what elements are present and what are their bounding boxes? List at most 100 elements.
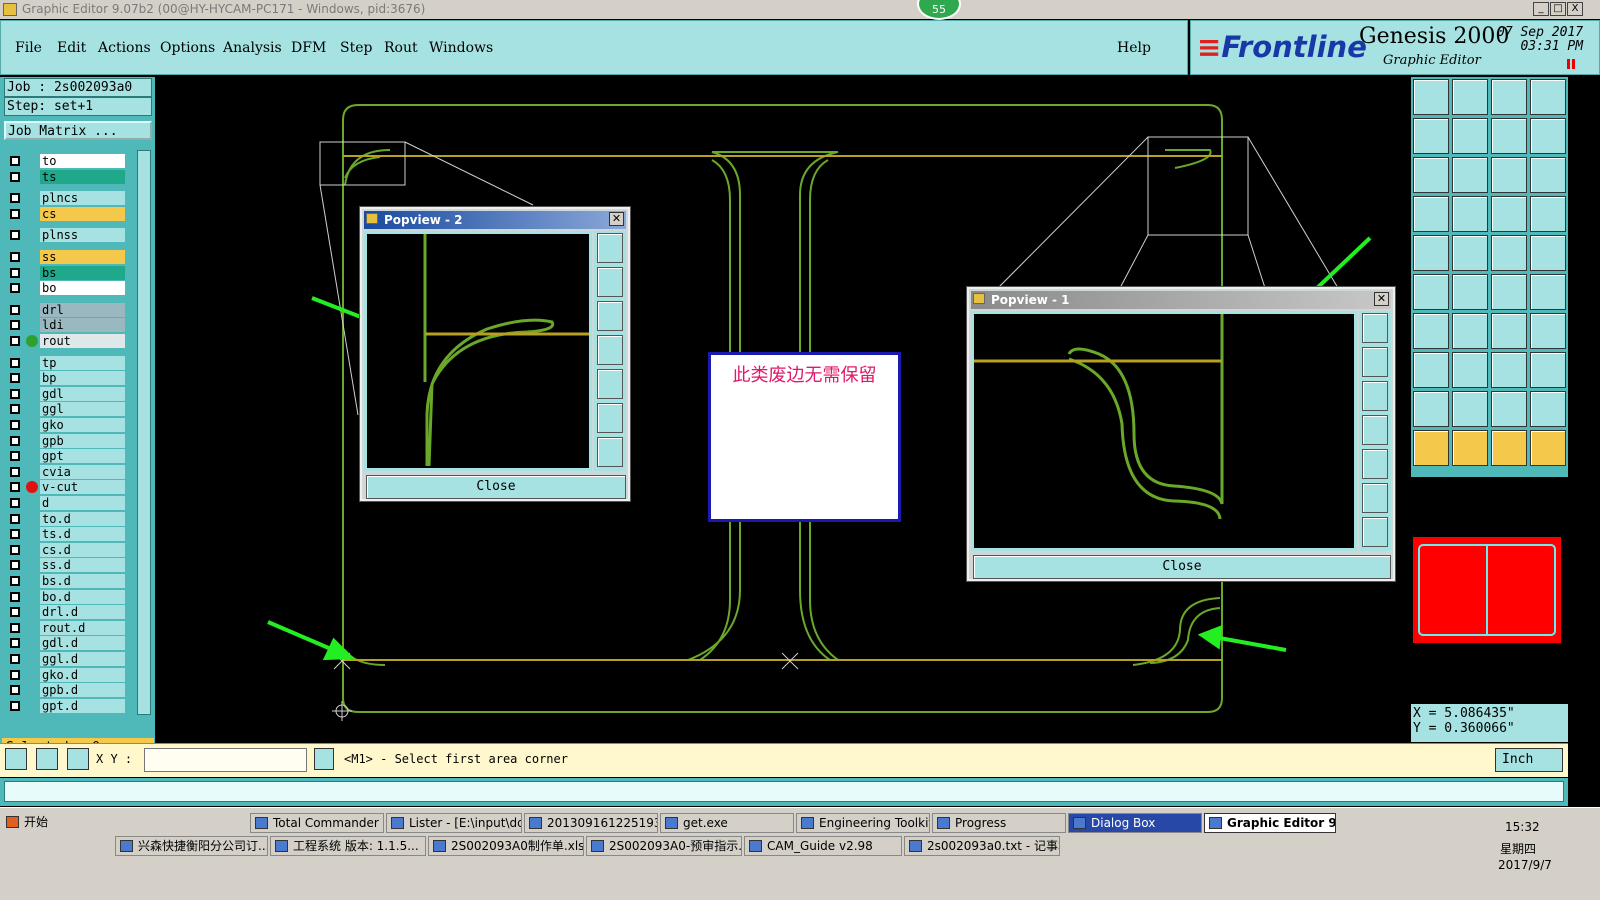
menu-analysis[interactable]: Analysis xyxy=(223,40,282,56)
grid-icon[interactable] xyxy=(67,748,89,770)
tool-measure-icon[interactable] xyxy=(1491,352,1527,388)
menu-actions[interactable]: Actions xyxy=(98,40,151,56)
layer-name[interactable]: tp xyxy=(40,355,125,370)
layer-name[interactable]: gpb xyxy=(40,433,125,448)
tool-fit-icon[interactable] xyxy=(1530,79,1566,115)
layer-name[interactable]: gdl.d xyxy=(40,636,125,651)
layer-checkbox[interactable] xyxy=(10,498,20,508)
layer-name[interactable]: gdl xyxy=(40,386,125,401)
tool-right-icon[interactable] xyxy=(1452,118,1488,154)
popview-zoom-icon[interactable] xyxy=(1362,313,1388,343)
layer-row-plncs[interactable]: plncs xyxy=(8,191,125,206)
tool-pins-icon[interactable] xyxy=(1530,196,1566,232)
layer-checkbox[interactable] xyxy=(10,685,20,696)
popview-2-close-button[interactable]: Close xyxy=(366,475,626,499)
layer-row-ggl[interactable]: ggl xyxy=(8,402,125,417)
layer-name[interactable]: ldi xyxy=(40,318,125,333)
layer-name[interactable]: gko xyxy=(40,418,125,432)
taskbar-item[interactable]: 兴森快捷衡阳分公司订... xyxy=(115,836,268,856)
tool-select-icon[interactable] xyxy=(1413,430,1449,466)
layer-checkbox[interactable] xyxy=(10,420,20,430)
tool-next-icon[interactable] xyxy=(1530,118,1566,154)
tool-arrow-a-icon[interactable] xyxy=(1491,391,1527,427)
popview-zoom-in-icon[interactable] xyxy=(1362,483,1388,513)
popview-pan-down-icon[interactable] xyxy=(1362,381,1388,411)
layer-row-cs.d[interactable]: cs.d xyxy=(8,542,125,557)
measure-icon[interactable] xyxy=(36,748,58,770)
layer-name[interactable]: cvia xyxy=(40,464,125,479)
tool-connect-icon[interactable] xyxy=(1413,274,1449,310)
taskbar-item[interactable]: 2013091612251939... xyxy=(524,813,658,833)
layer-name[interactable]: ts.d xyxy=(40,527,125,542)
layer-checkbox[interactable] xyxy=(10,320,20,331)
info-icon[interactable] xyxy=(314,748,334,770)
popview-pan-up-icon[interactable] xyxy=(1362,347,1388,377)
layer-row-cvia[interactable]: cvia xyxy=(8,464,125,479)
taskbar-item[interactable]: 2S002093A0-预审指示.... xyxy=(586,836,742,856)
layer-checkbox[interactable] xyxy=(10,529,20,540)
layer-row-ts[interactable]: ts xyxy=(8,169,125,184)
layer-row-bo[interactable]: bo xyxy=(8,281,125,296)
tool-ruler-icon[interactable] xyxy=(1491,235,1527,271)
layer-row-to[interactable]: to xyxy=(8,154,125,168)
popview-1-close-button[interactable]: Close xyxy=(973,555,1391,579)
layer-name[interactable]: ggl.d xyxy=(40,652,125,666)
layer-name[interactable]: bo xyxy=(40,281,125,296)
layer-name[interactable]: gpt.d xyxy=(40,698,125,713)
layer-checkbox[interactable] xyxy=(10,560,20,571)
tool-rotate-icon[interactable] xyxy=(1491,313,1527,349)
layer-row-gpt.d[interactable]: gpt.d xyxy=(8,698,125,713)
tool-pick-icon[interactable] xyxy=(1452,430,1488,466)
units-selector[interactable]: Inch xyxy=(1495,748,1563,772)
tool-ratio-icon[interactable] xyxy=(1491,157,1527,193)
popview-pan-right-icon[interactable] xyxy=(1362,449,1388,479)
layer-row-cs[interactable]: cs xyxy=(8,206,125,221)
layer-row-drl.d[interactable]: drl.d xyxy=(8,605,125,620)
tool-layers-icon[interactable] xyxy=(1491,196,1527,232)
menu-edit[interactable]: Edit xyxy=(57,40,86,56)
popview-pan-up-icon[interactable] xyxy=(597,267,623,297)
layer-name[interactable]: ggl xyxy=(40,402,125,417)
layer-row-bo.d[interactable]: bo.d xyxy=(8,589,125,604)
restore-button[interactable]: □ xyxy=(1550,2,1566,16)
layer-name[interactable]: cs.d xyxy=(40,542,125,557)
layer-checkbox[interactable] xyxy=(10,267,20,278)
tool-cursor-icon[interactable] xyxy=(1491,430,1527,466)
layer-name[interactable]: bs.d xyxy=(40,574,125,588)
menu-rout[interactable]: Rout xyxy=(384,40,418,56)
tool-left-icon[interactable] xyxy=(1413,118,1449,154)
layer-name[interactable]: ss xyxy=(40,250,125,264)
tool-minus-icon[interactable] xyxy=(1452,352,1488,388)
taskbar-item[interactable]: CAM_Guide v2.98 xyxy=(744,836,902,856)
tool-warn-icon[interactable] xyxy=(1413,391,1449,427)
layer-row-bp[interactable]: bp xyxy=(8,371,125,386)
layer-row-ggl.d[interactable]: ggl.d xyxy=(8,652,125,666)
popview-zoom-icon[interactable] xyxy=(597,233,623,263)
layer-row-rout.d[interactable]: rout.d xyxy=(8,620,125,635)
layer-checkbox[interactable] xyxy=(10,357,20,368)
layer-row-d[interactable]: d xyxy=(8,496,125,510)
tool-snap-icon[interactable] xyxy=(1530,430,1566,466)
layer-scrollbar[interactable] xyxy=(137,150,151,715)
popview-2-window[interactable]: Popview - 2 ✕ Close xyxy=(359,206,631,502)
layer-checkbox[interactable] xyxy=(10,230,20,241)
layer-row-gko[interactable]: gko xyxy=(8,418,125,432)
layer-checkbox[interactable] xyxy=(10,700,20,711)
layer-name[interactable]: drl.d xyxy=(40,605,125,620)
layer-checkbox[interactable] xyxy=(10,451,20,462)
layer-name[interactable]: v-cut xyxy=(40,480,125,495)
layer-checkbox[interactable] xyxy=(10,513,20,524)
layer-row-gpb.d[interactable]: gpb.d xyxy=(8,683,125,698)
pause-icon[interactable] xyxy=(1567,59,1575,69)
layer-checkbox[interactable] xyxy=(10,304,20,315)
layer-name[interactable]: d xyxy=(40,496,125,510)
layer-name[interactable]: bs xyxy=(40,265,125,280)
layer-name[interactable]: ts xyxy=(40,169,125,184)
layer-row-ss.d[interactable]: ss.d xyxy=(8,558,125,573)
tool-slope-icon[interactable] xyxy=(1452,313,1488,349)
layer-name[interactable]: to.d xyxy=(40,511,125,526)
taskbar-item[interactable]: 2S002093A0制作单.xls ... xyxy=(428,836,584,856)
taskbar-item[interactable]: Dialog Box xyxy=(1068,813,1202,833)
taskbar-item[interactable]: get.exe xyxy=(660,813,794,833)
layer-name[interactable]: bp xyxy=(40,371,125,386)
